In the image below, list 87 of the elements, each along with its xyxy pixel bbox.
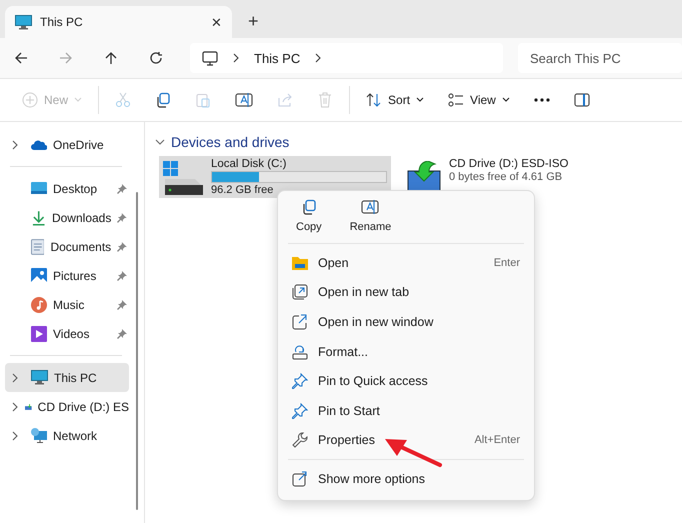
up-icon[interactable] [104,51,118,65]
caret-icon [74,97,82,103]
drive-tile[interactable]: Local Disk (C:) 96.2 GB free [159,156,391,198]
trash-icon [317,92,334,108]
chevron-icon[interactable] [11,430,19,440]
menu-item[interactable]: Pin to Start [278,396,534,426]
sort-icon [366,92,382,108]
free-space: 0 bytes free of 4.61 GB [449,171,564,183]
monitor-icon [31,370,48,385]
menu-item[interactable]: Show more options [278,464,534,494]
sidebar-item[interactable]: This PC [5,363,129,392]
music-icon [31,296,47,312]
sort-button[interactable]: Sort [354,88,436,112]
section-title: Devices and drives [171,134,290,150]
menu-item[interactable]: Format... [278,336,534,366]
sidebar-item[interactable]: Network [5,421,129,450]
sidebar-item[interactable]: Desktop [5,174,129,203]
chevron-icon [232,53,240,63]
format-icon [292,344,308,360]
video-icon [31,326,47,342]
address-bar[interactable]: This PC [190,43,503,73]
breadcrumb[interactable]: This PC [254,50,300,66]
menu-item[interactable]: Pin to Quick access [278,366,534,396]
chevron-icon [155,138,165,146]
rename-icon [235,92,254,108]
sidebar-item[interactable]: OneDrive [5,130,129,159]
drive-name: CD Drive (D:) ESD-ISO [449,158,570,170]
new-tab-button[interactable]: + [240,11,267,38]
scissors-icon [115,92,132,108]
free-space: 96.2 GB free [211,184,274,196]
sidebar-item[interactable]: Videos [5,319,129,348]
search-field[interactable]: Search This PC [518,43,682,73]
view-button[interactable]: View [436,88,522,112]
external-link-icon [292,314,308,330]
sidebar-item[interactable]: Pictures [5,261,129,290]
back-icon[interactable] [14,51,28,65]
chevron-icon [314,53,322,63]
tab-title: This PC [40,15,84,29]
shortcut-text: Alt+Enter [474,434,520,446]
copy-icon [155,92,172,108]
menu-item[interactable]: Open in new tab [278,278,534,308]
monitor-icon [202,50,218,66]
chevron-icon[interactable] [11,372,19,382]
download-icon [30,210,46,226]
sidebar-item[interactable]: Downloads [5,203,129,232]
network-icon [31,428,47,443]
desktop-icon [31,182,47,195]
monitor-icon [15,14,32,30]
menu-item[interactable]: Open in new window [278,307,534,337]
more-icon [534,98,550,102]
copy-button[interactable]: Copy [288,197,330,235]
list-icon [448,92,464,108]
chevron-icon[interactable] [11,402,19,412]
sidebar-item[interactable]: Music [5,290,129,319]
rename-button[interactable]: Rename [342,197,400,235]
sidebar-item[interactable]: Documents [5,232,129,261]
more-options-icon [292,470,308,487]
shortcut-text: Enter [494,256,520,269]
caret-icon [416,97,424,103]
wrench-icon [292,432,308,448]
new-tab-icon [292,284,308,300]
sidebar-item[interactable]: CD Drive (D:) ES [5,392,129,421]
picture-icon [31,268,47,284]
refresh-icon[interactable] [149,51,163,65]
menu-item[interactable]: Open Enter [278,248,534,278]
paste-icon [195,92,212,108]
side-panel-icon [574,93,590,107]
pointer-arrow [383,436,443,468]
share-icon [277,92,294,108]
drive-tile[interactable]: CD Drive (D:) ESD-ISO 0 bytes free of 4.61 GB [403,156,635,193]
chevron-icon[interactable] [11,140,19,150]
rename-icon [361,199,380,215]
copy-icon [300,199,317,215]
drive-name: Local Disk (C:) [211,158,288,170]
section-header[interactable]: Devices and drives [155,132,682,152]
folder-icon [292,256,308,270]
close-tab-button[interactable]: ✕ [211,14,222,30]
pin-icon [292,402,308,419]
plus-icon [22,92,38,108]
hard-drive-icon [163,161,203,195]
menu-item[interactable]: Properties Alt+Enter [278,426,534,456]
window-tab[interactable]: This PC ✕ [5,6,232,38]
cloud-icon [31,138,47,150]
caret-icon [502,97,510,103]
pin-icon [292,373,308,390]
disc-drive-icon [407,161,441,191]
document-icon [30,238,44,254]
